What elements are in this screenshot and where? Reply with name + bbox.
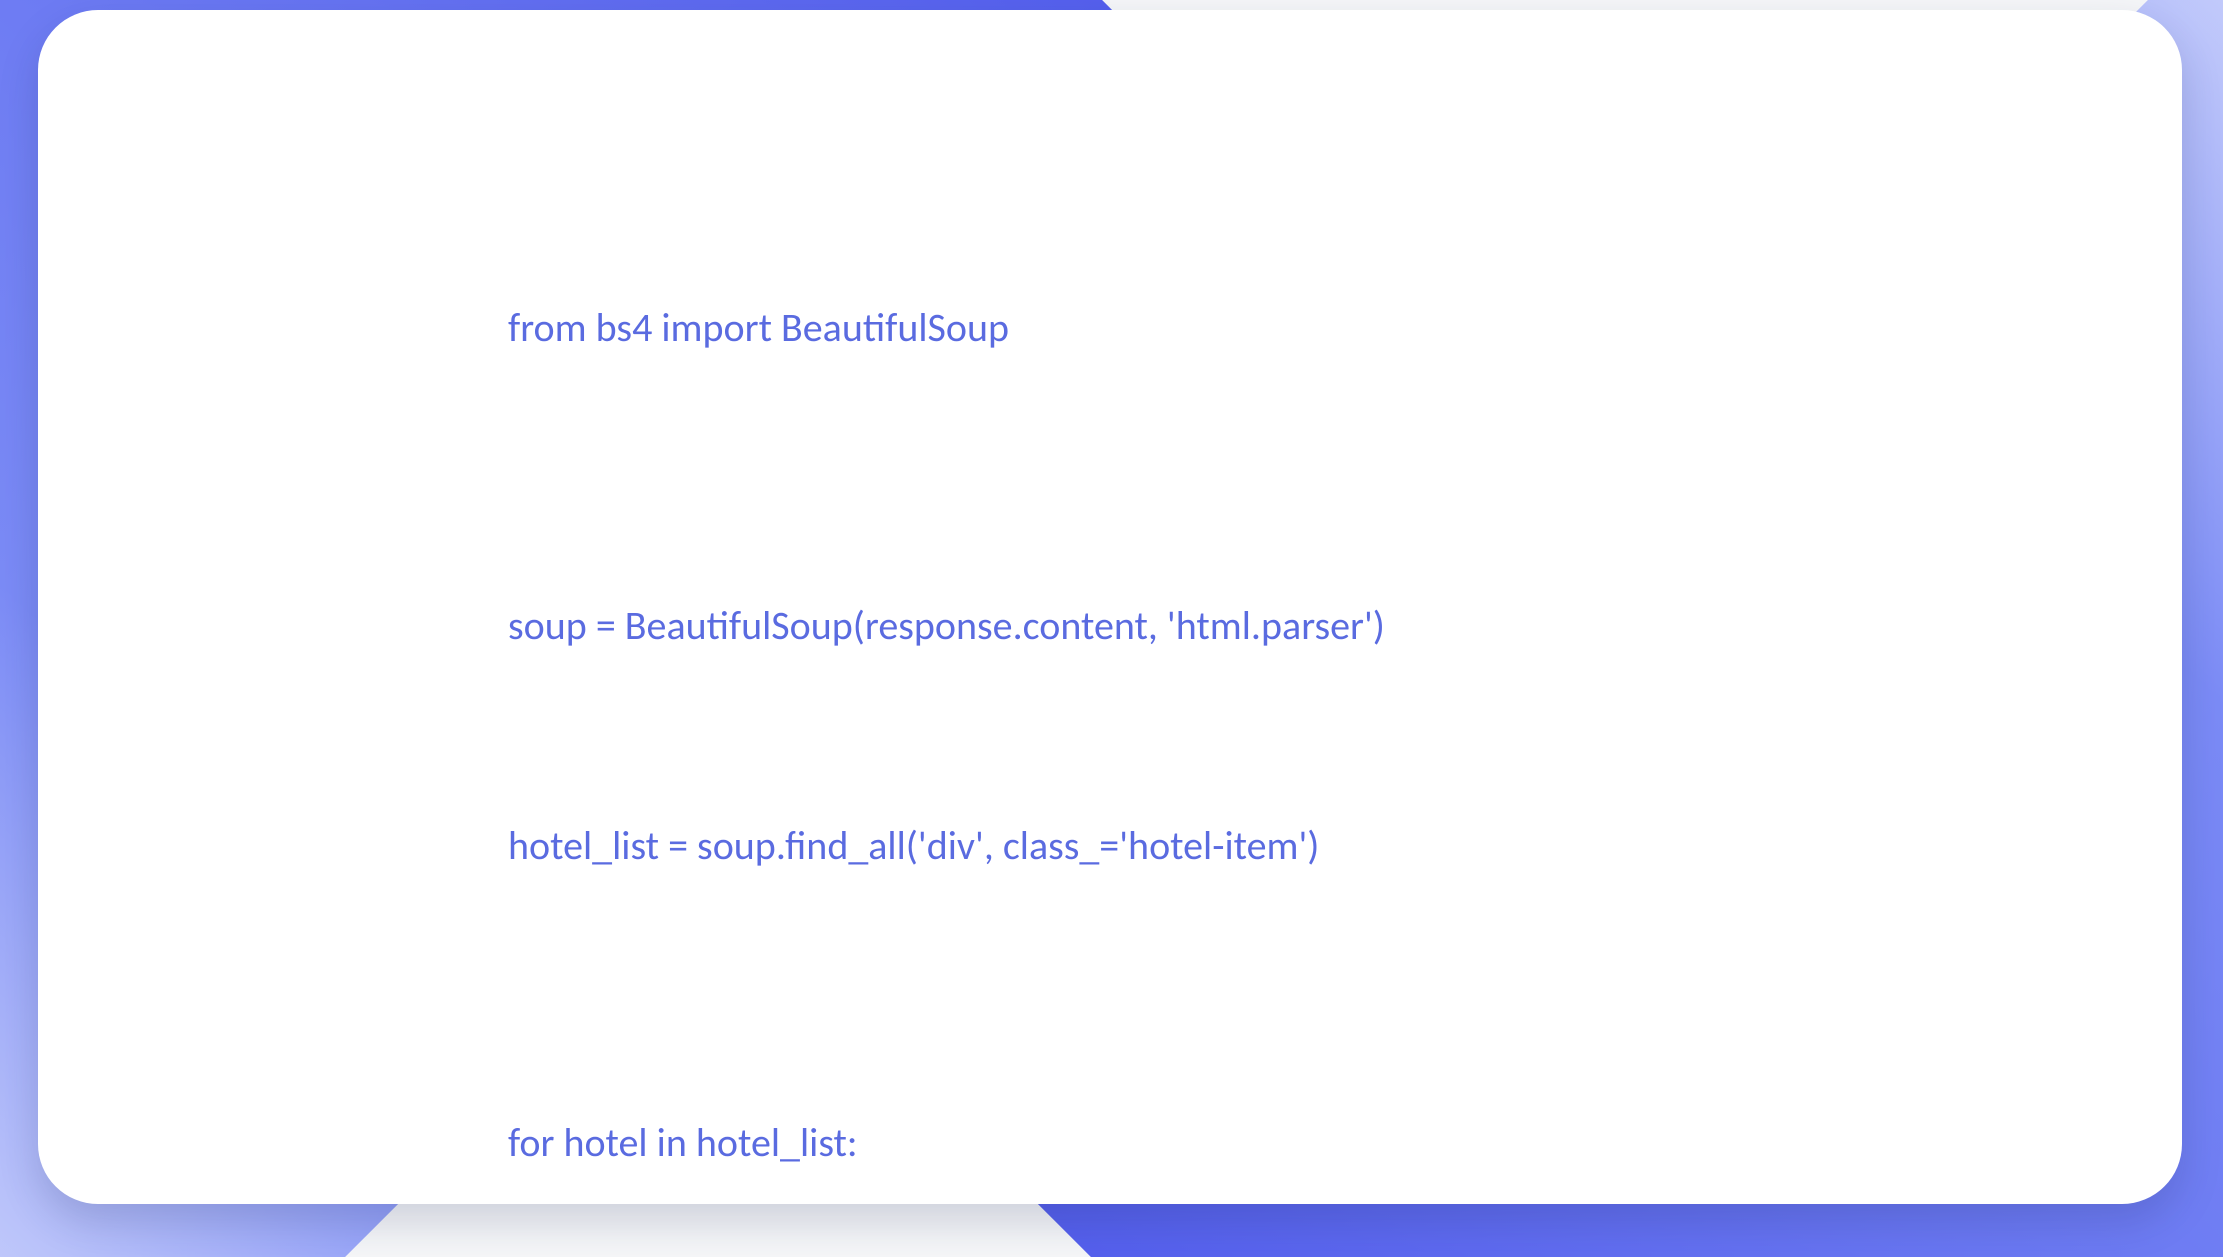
code-card: from bs4 import BeautifulSoup soup = Bea… [38,10,2182,1204]
code-block: from bs4 import BeautifulSoup soup = Bea… [508,180,2122,1257]
code-line: from bs4 import BeautifulSoup [508,298,2122,357]
slide-stage: from bs4 import BeautifulSoup soup = Bea… [0,0,2223,1257]
code-line: for hotel in hotel_list: [508,1113,2122,1172]
code-line: hotel_list = soup.find_all('div', class_… [508,816,2122,875]
code-line: soup = BeautifulSoup(response.content, '… [508,596,2122,655]
